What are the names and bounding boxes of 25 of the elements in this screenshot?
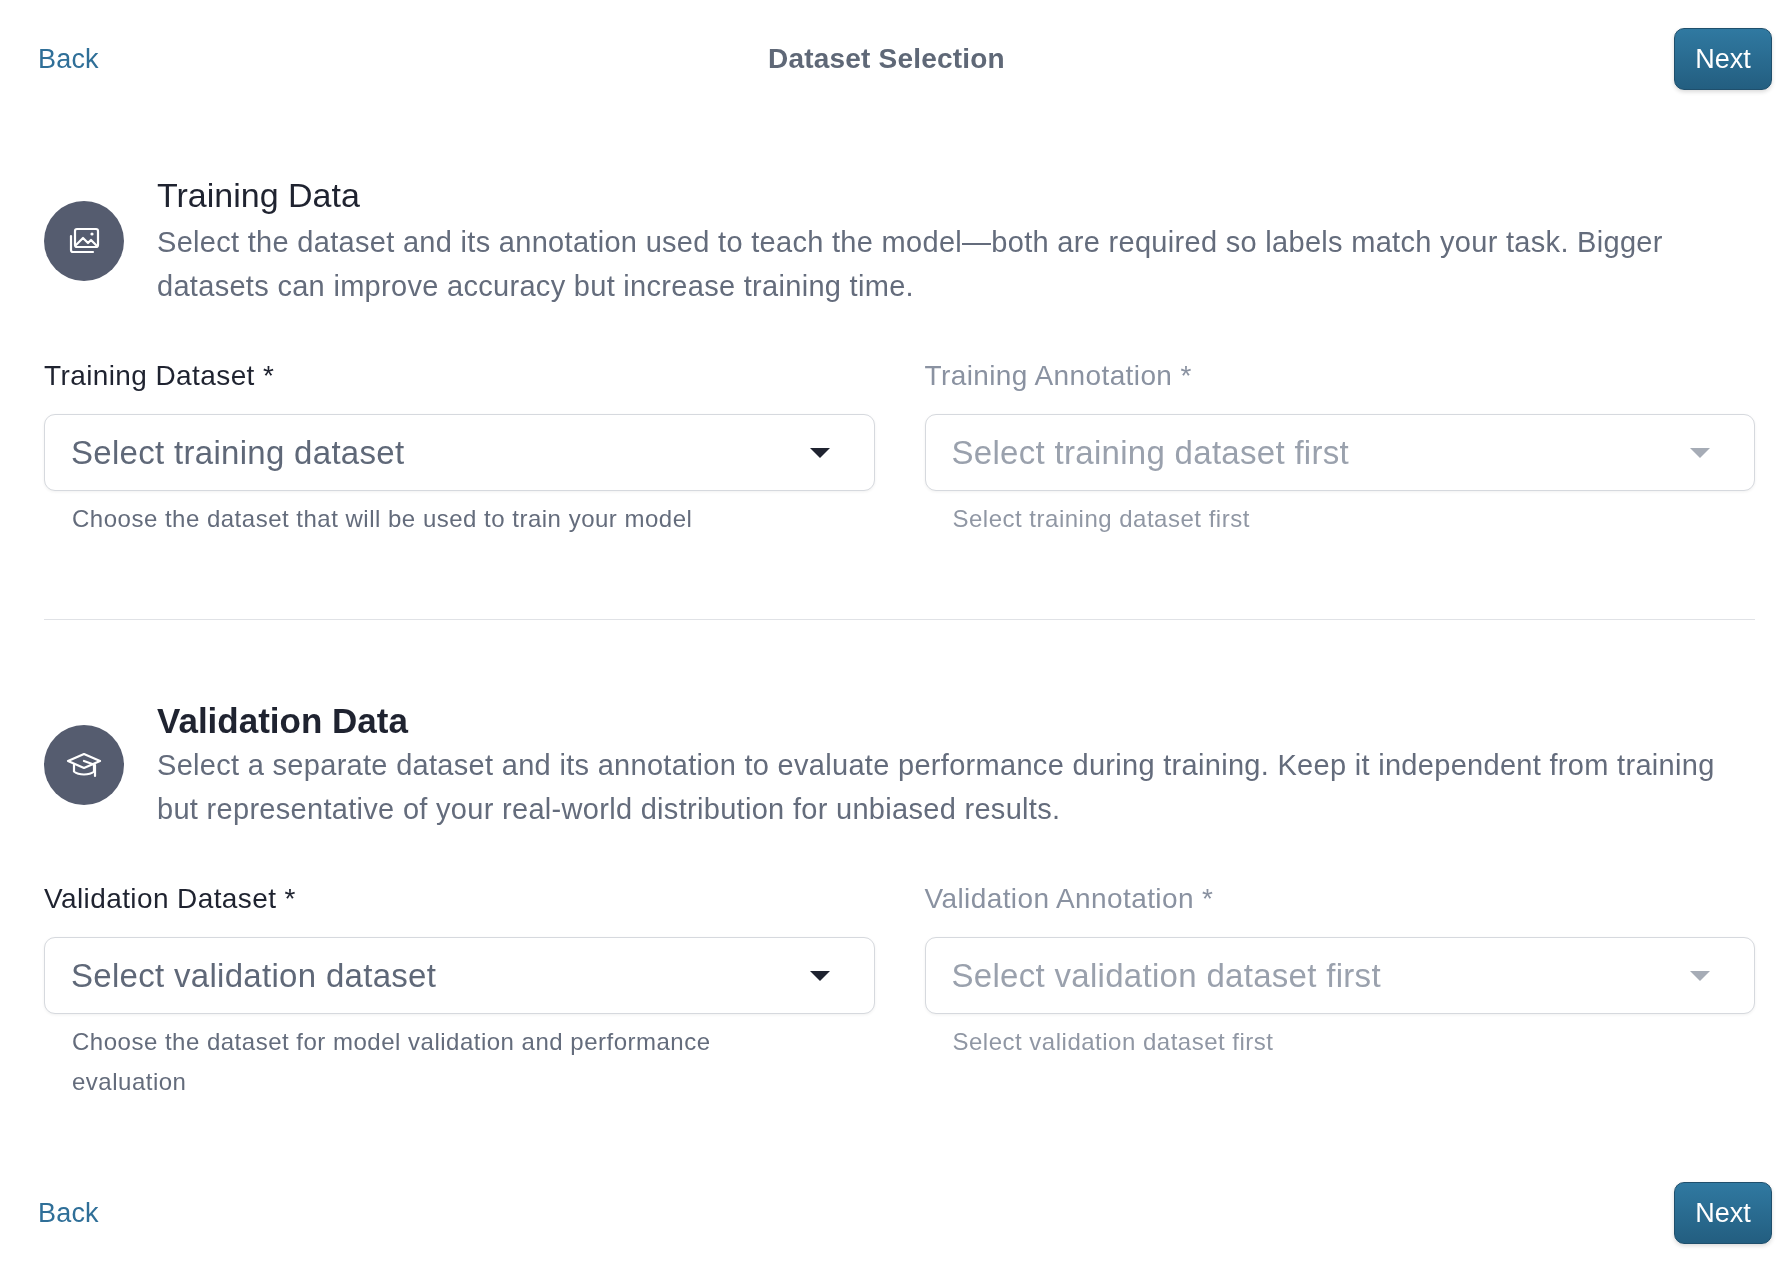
caret-icon bbox=[809, 448, 830, 458]
back-link[interactable]: Back bbox=[38, 42, 99, 76]
next-button[interactable]: Next bbox=[1674, 28, 1772, 90]
page-title: Dataset Selection bbox=[768, 42, 1005, 76]
section-description: Select a separate dataset and its annotation to evaluate performance during training. Keep it independent from training but representative of your real-world distribution for unbiased results. bbox=[157, 748, 1716, 827]
select-field[interactable]: Select validation dataset bbox=[44, 937, 875, 1014]
caret-icon bbox=[809, 971, 830, 981]
field-label: Validation Annotation * bbox=[924, 882, 1214, 916]
next-button[interactable]: Next bbox=[1674, 1182, 1772, 1244]
caret-icon bbox=[1690, 971, 1710, 981]
helper-text: Select training dataset first bbox=[952, 504, 1250, 534]
helper-text: Choose the dataset that will be used to train your model bbox=[72, 504, 693, 534]
section-description: Select the dataset and its annotation used to teach the model—both are required so labels match your task. Bigger datasets can improve accuracy but increase training time. bbox=[157, 225, 1664, 304]
section-title: Validation Data bbox=[157, 700, 410, 742]
section-title: Training Data bbox=[157, 175, 361, 216]
graduation-cap-icon bbox=[44, 725, 124, 805]
helper-text: Choose the dataset for model validation and performance evaluation bbox=[72, 1027, 712, 1097]
field-label: Validation Dataset * bbox=[44, 882, 296, 916]
field-label: Training Dataset * bbox=[44, 359, 275, 393]
back-link[interactable]: Back bbox=[38, 1196, 99, 1230]
select-field[interactable]: Select training dataset bbox=[44, 414, 875, 491]
field-label: Training Annotation * bbox=[924, 359, 1192, 393]
images-icon bbox=[44, 200, 124, 281]
caret-icon bbox=[1690, 448, 1710, 458]
helper-text: Select validation dataset first bbox=[952, 1027, 1274, 1057]
